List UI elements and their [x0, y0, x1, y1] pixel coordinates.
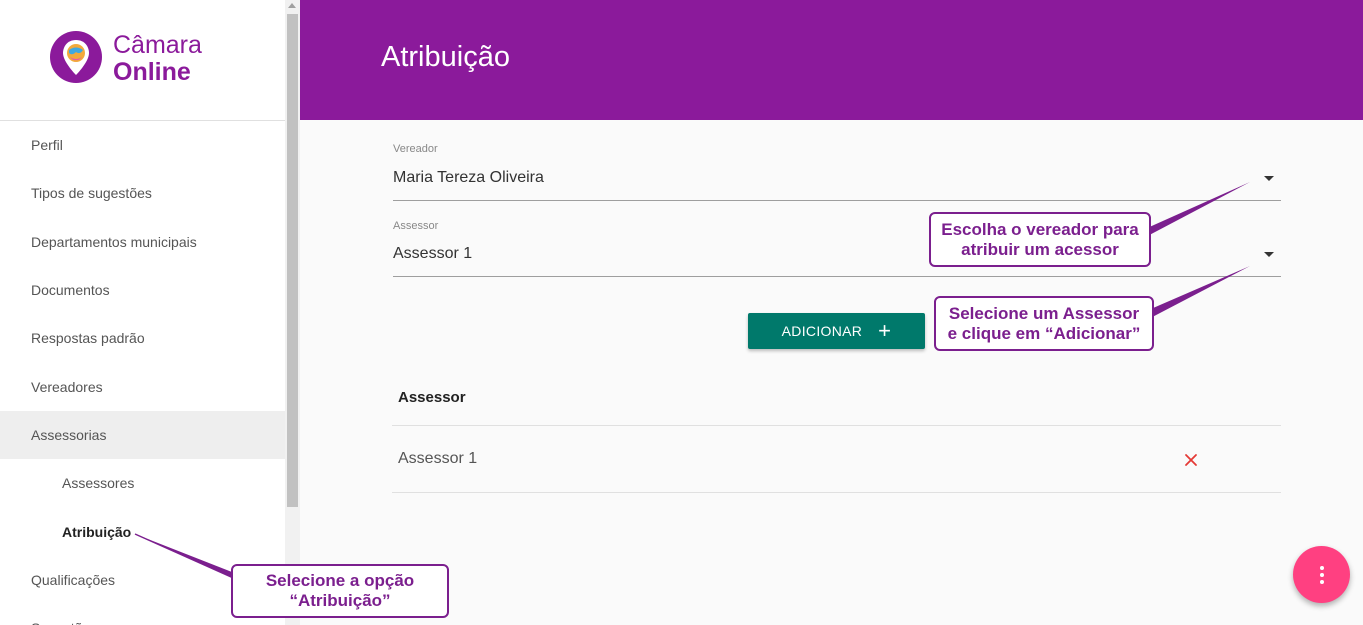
table-cell-assessor-name: Assessor 1 [398, 450, 478, 467]
vereador-select[interactable]: Vereador Maria Tereza Oliveira [393, 140, 1281, 201]
callout-select-assessor-line1: Selecione um Assessor [948, 303, 1140, 323]
logo-text-line1: Câmara [113, 31, 202, 59]
table-row: Assessor 1 [392, 426, 1281, 493]
close-icon[interactable] [1184, 450, 1198, 470]
table-header-assessor: Assessor [398, 389, 466, 406]
more-options-fab[interactable] [1293, 546, 1350, 603]
callout-select-atribuicao-line1: Selecione a opção [265, 571, 415, 590]
scroll-up-arrow-icon[interactable] [288, 3, 296, 8]
vereador-value: Maria Tereza Oliveira [393, 169, 544, 186]
sidebar-item-vereadores[interactable]: Vereadores [0, 362, 285, 410]
sidebar-item-assessorias[interactable]: Assessorias [0, 410, 285, 460]
camara-online-logo-icon [50, 31, 102, 83]
sidebar-item-atribuicao[interactable]: Atribuição [0, 507, 285, 555]
sidebar: Câmara Online Perfil Tipos de sugestões … [0, 0, 285, 625]
app-root: Câmara Online Perfil Tipos de sugestões … [0, 0, 1363, 625]
callout-choose-vereador-line1: Escolha o vereador para [941, 219, 1139, 239]
sidebar-item-respostas-padrao[interactable]: Respostas padrão [0, 314, 285, 362]
sidebar-scrollbar[interactable] [285, 0, 300, 625]
callout-select-atribuicao: Selecione a opção “Atribuição” [231, 564, 449, 618]
scroll-thumb[interactable] [287, 14, 298, 507]
callout-choose-vereador: Escolha o vereador para atribuir um aces… [929, 212, 1151, 267]
sidebar-item-assessores[interactable]: Assessores [0, 459, 285, 507]
assessor-dropdown-arrow-icon[interactable] [1264, 252, 1274, 257]
vereador-label: Vereador [393, 143, 438, 155]
assessor-label: Assessor [393, 220, 439, 232]
sidebar-item-documentos[interactable]: Documentos [0, 266, 285, 314]
table-header: Assessor [392, 370, 1281, 426]
callout-choose-vereador-line2: atribuir um acessor [961, 239, 1119, 259]
logo-text-line2: Online [113, 58, 191, 86]
logo-area: Câmara Online [0, 0, 285, 121]
page-title: Atribuição [381, 41, 510, 73]
add-button-label: ADICIONAR [781, 323, 863, 339]
sidebar-nav: Perfil Tipos de sugestões Departamentos … [0, 121, 285, 625]
assessor-table: Assessor Assessor 1 [392, 370, 1281, 493]
vereador-dropdown-arrow-icon[interactable] [1264, 176, 1274, 181]
page-header: Atribuição [300, 0, 1363, 120]
callout-select-assessor: Selecione um Assessor e clique em “Adici… [934, 296, 1154, 351]
assessor-value: Assessor 1 [393, 245, 473, 262]
callout-select-assessor-line2: e clique em “Adicionar” [947, 323, 1141, 343]
sidebar-item-departamentos-municipais[interactable]: Departamentos municipais [0, 218, 285, 266]
logo-text: Câmara Online [113, 32, 202, 86]
add-button[interactable]: ADICIONAR + [748, 313, 925, 349]
sidebar-item-tipos-de-sugestoes[interactable]: Tipos de sugestões [0, 169, 285, 217]
plus-icon: + [878, 318, 892, 343]
callout-select-atribuicao-line2: “Atribuição” [289, 591, 391, 610]
more-vert-icon [1319, 565, 1324, 584]
sidebar-item-perfil[interactable]: Perfil [0, 121, 285, 169]
